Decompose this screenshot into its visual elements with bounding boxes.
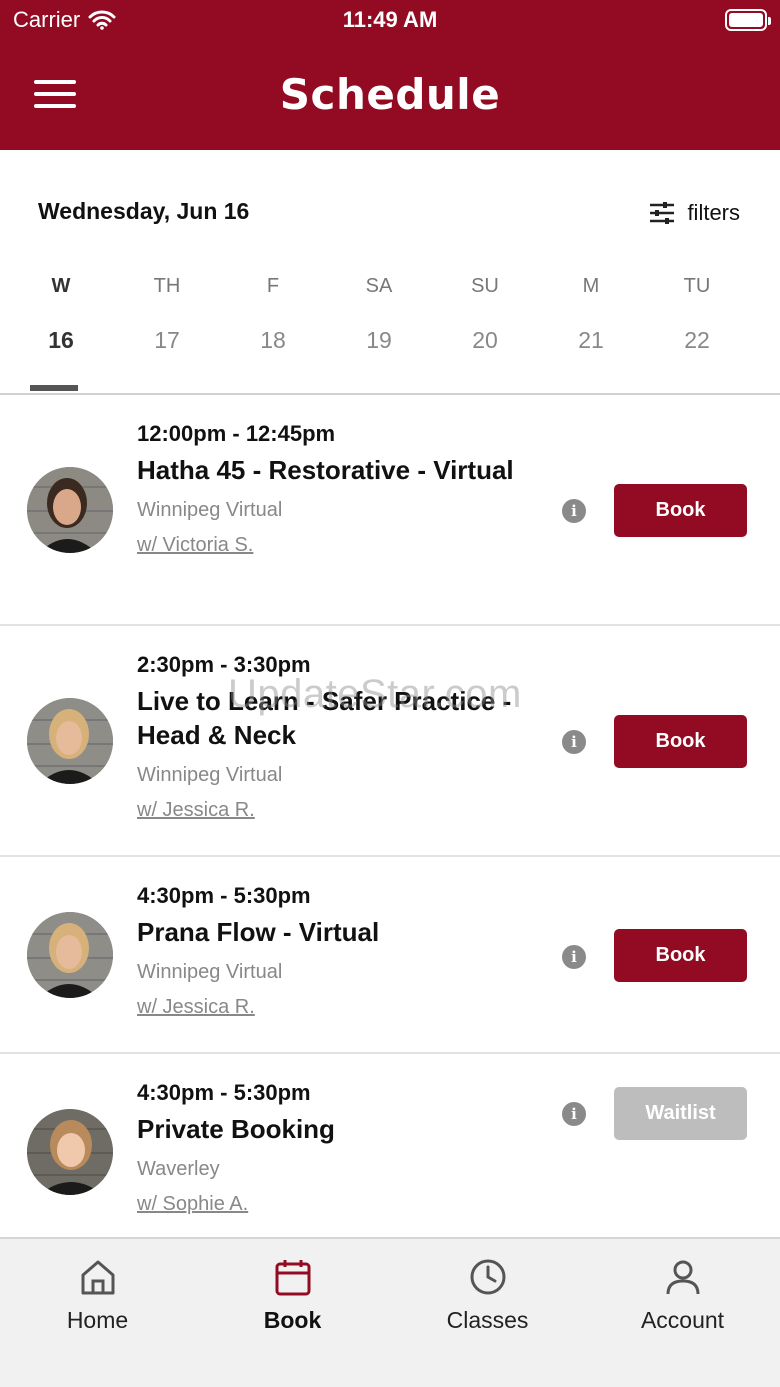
day-18[interactable]: F 18: [220, 275, 326, 385]
class-card[interactable]: 4:30pm - 5:30pm Prana Flow - Virtual Win…: [0, 857, 780, 1054]
class-name: Live to Learn - Safer Practice - Head & …: [137, 686, 512, 750]
class-location: Winnipeg Virtual: [137, 764, 283, 786]
day-number: 19: [366, 327, 392, 353]
day-of-week: M: [582, 275, 600, 297]
waitlist-button[interactable]: Waitlist: [614, 1087, 747, 1140]
tab-book[interactable]: Book: [195, 1239, 390, 1387]
day-number: 17: [154, 327, 180, 353]
filters-button[interactable]: filters: [649, 200, 740, 226]
tab-label: Home: [66, 1307, 129, 1333]
class-name: Prana Flow - Virtual: [137, 917, 380, 947]
day-number: 21: [578, 327, 604, 353]
book-button[interactable]: Book: [614, 484, 747, 537]
class-name: Private Booking: [137, 1114, 335, 1144]
class-name: Hatha 45 - Restorative - Virtual: [137, 455, 514, 485]
class-list: 12:00pm - 12:45pm Hatha 45 - Restorative…: [0, 395, 780, 1254]
tab-account[interactable]: Account: [585, 1239, 780, 1387]
day-21[interactable]: M 21: [538, 275, 644, 385]
page-title: Schedule: [279, 70, 501, 119]
class-location: Waverley: [137, 1158, 220, 1180]
class-location: Winnipeg Virtual: [137, 499, 283, 521]
sliders-icon: [650, 202, 675, 224]
day-of-week: SA: [365, 275, 393, 297]
day-strip: W 16 TH 17 F 18 SA 19 SU 20 M 21 TU 22: [8, 275, 776, 391]
app-header: Carrier 11:49 AM Schedule: [0, 0, 780, 150]
current-date: Wednesday, Jun 16: [38, 198, 250, 224]
class-time: 4:30pm - 5:30pm: [137, 883, 311, 908]
day-16[interactable]: W 16: [8, 275, 114, 391]
instructor-link[interactable]: w/ Victoria S.: [137, 534, 547, 557]
instructor-avatar: [27, 912, 113, 998]
day-of-week: F: [266, 275, 280, 297]
class-time: 12:00pm - 12:45pm: [137, 421, 336, 446]
tab-home[interactable]: Home: [0, 1239, 195, 1387]
book-button[interactable]: Book: [614, 715, 747, 768]
class-card[interactable]: 12:00pm - 12:45pm Hatha 45 - Restorative…: [0, 395, 780, 626]
day-19[interactable]: SA 19: [326, 275, 432, 385]
status-time: 11:49 AM: [342, 7, 438, 32]
class-info: 2:30pm - 3:30pm Live to Learn - Safer Pr…: [137, 652, 547, 822]
instructor-avatar: [27, 467, 113, 553]
class-info: 4:30pm - 5:30pm Prana Flow - Virtual Win…: [137, 883, 547, 1019]
battery-icon: [725, 9, 771, 31]
instructor-link[interactable]: w/ Jessica R.: [137, 799, 547, 822]
info-icon[interactable]: i: [562, 1102, 586, 1126]
day-number: 16: [48, 327, 74, 353]
tab-bar: Home Book Classes Account: [0, 1237, 780, 1387]
filters-label: filters: [687, 200, 740, 225]
day-number: 20: [472, 327, 498, 353]
day-20[interactable]: SU 20: [432, 275, 538, 385]
class-info: 4:30pm - 5:30pm Private Booking Waverley…: [137, 1080, 547, 1216]
tab-label: Book: [263, 1307, 322, 1333]
user-icon: [666, 1260, 699, 1295]
instructor-avatar: [27, 698, 113, 784]
book-button[interactable]: Book: [614, 929, 747, 982]
day-number: 18: [260, 327, 286, 353]
instructor-avatar: [27, 1109, 113, 1195]
class-card[interactable]: 2:30pm - 3:30pm Live to Learn - Safer Pr…: [0, 626, 780, 857]
instructor-link[interactable]: w/ Sophie A.: [137, 1193, 547, 1216]
info-icon[interactable]: i: [562, 499, 586, 523]
day-of-week: TH: [153, 275, 181, 297]
clock-icon: [470, 1259, 505, 1295]
info-icon[interactable]: i: [562, 730, 586, 754]
tab-label: Account: [640, 1307, 725, 1333]
class-info: 12:00pm - 12:45pm Hatha 45 - Restorative…: [137, 421, 547, 557]
tab-classes[interactable]: Classes: [390, 1239, 585, 1387]
instructor-link[interactable]: w/ Jessica R.: [137, 996, 547, 1019]
class-card[interactable]: 4:30pm - 5:30pm Private Booking Waverley…: [0, 1054, 780, 1254]
date-selector: Wednesday, Jun 16 filters W 16 TH 17 F 1…: [0, 150, 780, 395]
day-of-week: TU: [683, 275, 711, 297]
day-number: 22: [684, 327, 710, 353]
class-location: Winnipeg Virtual: [137, 961, 283, 983]
info-icon[interactable]: i: [562, 945, 586, 969]
day-22[interactable]: TU 22: [644, 275, 750, 385]
class-time: 2:30pm - 3:30pm: [137, 652, 311, 677]
tab-label: Classes: [446, 1307, 529, 1333]
calendar-icon: [275, 1260, 310, 1296]
class-time: 4:30pm - 5:30pm: [137, 1080, 311, 1105]
day-of-week: W: [51, 275, 71, 297]
day-17[interactable]: TH 17: [114, 275, 220, 385]
home-icon: [81, 1260, 114, 1295]
status-bar: Carrier 11:49 AM: [0, 0, 780, 40]
day-of-week: SU: [471, 275, 499, 297]
